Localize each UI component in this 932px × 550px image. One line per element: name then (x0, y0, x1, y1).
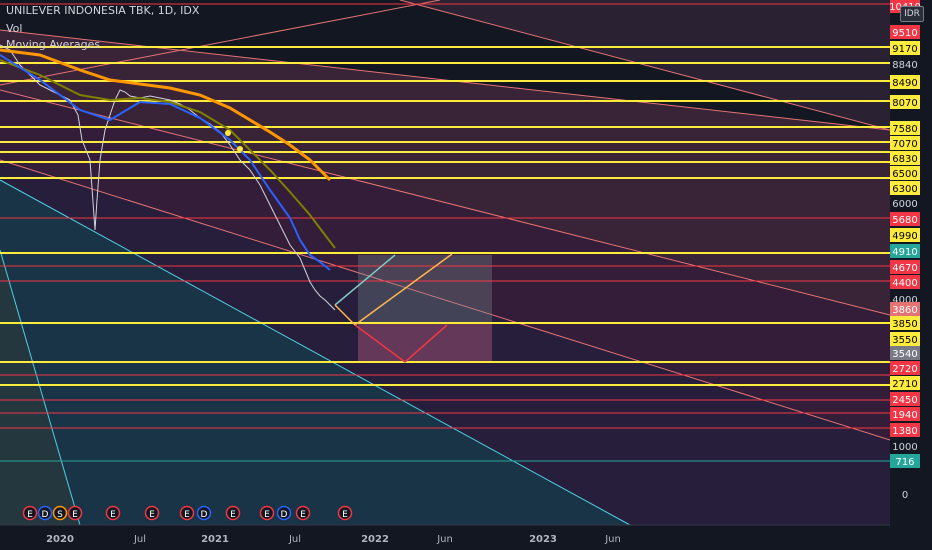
price-tag-1380: 1380 (890, 423, 920, 437)
x-tick-1: Jul (133, 534, 146, 545)
price-tag-9170: 9170 (890, 41, 920, 55)
price-tag-3550: 3550 (890, 332, 920, 346)
x-tick-4: 2022 (361, 534, 389, 545)
price-tag-label: 8070 (892, 98, 917, 109)
event-marker-label: D (42, 510, 49, 520)
price-tag-label: 4910 (892, 247, 917, 258)
x-tick-6: 2023 (529, 534, 557, 545)
price-tag-label: 2720 (892, 364, 917, 375)
price-tag-label: 2450 (892, 395, 917, 406)
x-tick-0: 2020 (46, 534, 74, 545)
price-axis[interactable]: 1041095109170884084908070758070706830650… (889, 0, 921, 501)
price-tag-label: 716 (895, 457, 914, 468)
price-tag-label: 9510 (892, 28, 917, 39)
price-tag-label: 6830 (892, 154, 917, 165)
price-tag-label: 3550 (892, 335, 917, 346)
event-marker-label: D (281, 510, 288, 520)
event-marker-4[interactable]: E (105, 505, 121, 521)
event-marker-label: S (57, 510, 63, 520)
price-tag-2450: 2450 (890, 392, 920, 406)
price-tag-1000: 1000 (890, 439, 920, 453)
price-tag-8490: 8490 (890, 75, 920, 89)
event-marker-10[interactable]: D (276, 505, 292, 521)
event-marker-7[interactable]: D (196, 505, 212, 521)
x-tick-7: Jun (604, 534, 621, 545)
price-tag-6500: 6500 (890, 166, 920, 180)
price-tag-3850: 3850 (890, 316, 920, 330)
event-marker-label: E (300, 510, 306, 520)
event-marker-8[interactable]: E (225, 505, 241, 521)
event-marker-11[interactable]: E (295, 505, 311, 521)
price-tag-3540: 3540 (890, 346, 920, 360)
price-tag-label: 8840 (892, 60, 917, 71)
event-marker-label: E (72, 510, 78, 520)
price-tag-label: 4990 (892, 231, 917, 242)
price-tag-6300: 6300 (890, 181, 920, 195)
symbol-title: UNILEVER INDONESIA TBK, 1D, IDX (6, 4, 200, 17)
event-marker-label: E (149, 510, 155, 520)
event-marker-label: E (264, 510, 270, 520)
price-tag-4670: 4670 (890, 260, 920, 274)
event-marker-0[interactable]: E (22, 505, 38, 521)
price-tag-6830: 6830 (890, 151, 920, 165)
price-tag-5680: 5680 (890, 212, 920, 226)
price-tag-2710: 2710 (890, 376, 920, 390)
price-tag-label: 1380 (892, 426, 917, 437)
x-tick-2: 2021 (201, 534, 229, 545)
price-tag-label: 8490 (892, 78, 917, 89)
price-tag-label: 7070 (892, 139, 917, 150)
event-marker-2[interactable]: S (52, 505, 68, 521)
event-marker-label: E (230, 510, 236, 520)
event-marker-1[interactable]: D (37, 505, 53, 521)
price-tag-label: 3540 (892, 349, 917, 360)
event-marker-5[interactable]: E (144, 505, 160, 521)
price-tag-label: 3850 (892, 319, 917, 330)
price-tag-4400: 4400 (890, 275, 920, 289)
ma-legend[interactable]: Moving Averages (6, 38, 100, 51)
event-marker-label: E (342, 510, 348, 520)
x-tick-3: Jul (288, 534, 301, 545)
marker-dot-1 (225, 130, 231, 136)
event-marker-label: E (110, 510, 116, 520)
price-tag-8840: 8840 (890, 57, 920, 71)
price-tag-4990: 4990 (890, 228, 920, 242)
x-tick-5: Jun (436, 534, 453, 545)
price-tag-7070: 7070 (890, 136, 920, 150)
event-marker-label: E (27, 510, 33, 520)
price-tag-2720: 2720 (890, 361, 920, 375)
event-marker-6[interactable]: E (179, 505, 195, 521)
price-tag-9510: 9510 (890, 25, 920, 39)
price-tag-label: 9170 (892, 44, 917, 55)
price-chart[interactable]: 1041095109170884084908070758070706830650… (0, 0, 932, 550)
price-tag-label: 1940 (892, 410, 917, 421)
price-tag-label: 1000 (892, 442, 917, 453)
currency-badge[interactable]: IDR (900, 6, 924, 22)
price-tag-1940: 1940 (890, 407, 920, 421)
price-tag-label: 2710 (892, 379, 917, 390)
price-tag-716: 716 (890, 454, 920, 468)
event-marker-3[interactable]: E (67, 505, 83, 521)
price-tag-label: 7580 (892, 124, 917, 135)
price-tag-0: 0 (890, 487, 920, 501)
event-marker-9[interactable]: E (259, 505, 275, 521)
price-tag-label: 6000 (892, 199, 917, 210)
price-tag-label: 4400 (892, 278, 917, 289)
price-tag-6000: 6000 (890, 196, 920, 210)
price-tag-label: 4670 (892, 263, 917, 274)
price-tag-8070: 8070 (890, 95, 920, 109)
vol-legend[interactable]: Vol (6, 22, 22, 35)
event-marker-12[interactable]: E (337, 505, 353, 521)
marker-dot-2 (237, 146, 243, 152)
price-tag-3860: 3860 (890, 302, 920, 316)
price-tag-label: 6300 (892, 184, 917, 195)
price-tag-4910: 4910 (890, 244, 920, 258)
price-tag-label: 6500 (892, 169, 917, 180)
event-markers: EDSEEEEDEEDEE (22, 505, 353, 521)
event-marker-label: D (201, 510, 208, 520)
event-marker-label: E (184, 510, 190, 520)
price-tag-label: 0 (902, 490, 908, 501)
price-tag-7580: 7580 (890, 121, 920, 135)
price-tag-label: 5680 (892, 215, 917, 226)
price-tag-label: 3860 (892, 305, 917, 316)
